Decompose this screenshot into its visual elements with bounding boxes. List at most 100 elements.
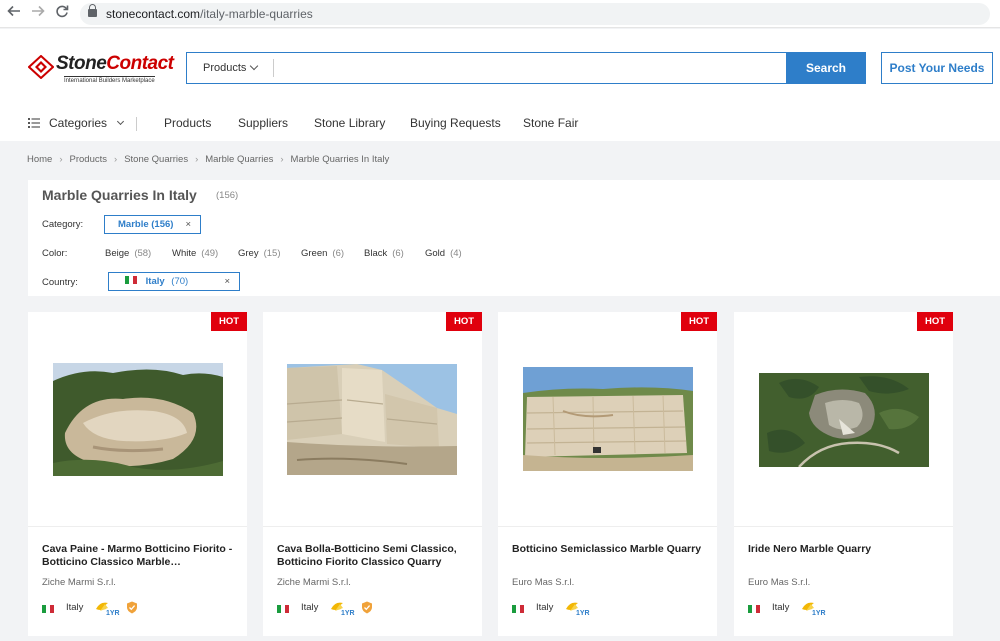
chevron-down-icon	[249, 61, 259, 71]
gold-member-badge-icon: 1YR	[96, 602, 120, 617]
logo-tagline: International Builders Marketplace	[64, 76, 155, 84]
product-card[interactable]: HOT Cava Paine - Marmo Botticino Fiorito…	[28, 312, 247, 636]
breadcrumb-separator: ›	[280, 154, 284, 165]
card-divider	[28, 526, 247, 527]
country-chip-count: (70)	[171, 276, 189, 287]
supplier-name[interactable]: Euro Mas S.r.l.	[748, 577, 810, 588]
color-option-grey[interactable]: Grey (15)	[238, 248, 281, 259]
product-card[interactable]: HOT Botticino Semiclassico Marble Quarry…	[498, 312, 717, 636]
breadcrumb-separator: ›	[114, 154, 118, 165]
years-badge-text: 1YR	[341, 610, 355, 617]
chevron-down-icon	[117, 117, 125, 126]
quarry-photo[interactable]	[287, 364, 457, 475]
italy-flag-icon	[42, 605, 54, 613]
quarry-photo[interactable]	[53, 363, 223, 476]
category-chip-marble[interactable]: Marble (156) ×	[104, 215, 201, 234]
categories-label: Categories	[49, 116, 108, 130]
nav-link-stone-fair[interactable]: Stone Fair	[523, 116, 578, 130]
color-filter-label: Color:	[42, 248, 68, 259]
category-chip-label: Marble (156)	[118, 219, 174, 230]
quarry-photo[interactable]	[759, 373, 929, 467]
country-name: Italy	[536, 602, 554, 613]
stonecontact-logo[interactable]: StoneContact International Builders Mark…	[28, 51, 176, 87]
quarry-photo[interactable]	[523, 367, 693, 471]
country-name: Italy	[772, 602, 790, 613]
color-option-white[interactable]: White (49)	[172, 248, 218, 259]
hot-badge: HOT	[681, 312, 717, 331]
logo-wordmark: StoneContact	[56, 53, 174, 74]
gold-member-badge-icon: 1YR	[331, 602, 355, 617]
breadcrumb-home[interactable]: Home	[27, 154, 52, 165]
card-divider	[498, 526, 717, 527]
breadcrumb-stone-quarries[interactable]: Stone Quarries	[124, 154, 188, 165]
remove-filter-icon[interactable]: ×	[224, 273, 230, 290]
product-name[interactable]: Botticino Semiclassico Marble Quarry	[512, 543, 708, 556]
italy-flag-icon	[277, 605, 289, 613]
product-name[interactable]: Iride Nero Marble Quarry	[748, 543, 944, 556]
search-input[interactable]	[273, 59, 783, 77]
filter-panel: Marble Quarries In Italy (156) Category:…	[28, 180, 1000, 296]
years-badge-text: 1YR	[106, 610, 120, 617]
address-bar[interactable]: stonecontact.com/italy-marble-quarries	[80, 3, 990, 25]
supplier-name[interactable]: Euro Mas S.r.l.	[512, 577, 574, 588]
supplier-name[interactable]: Ziche Marmi S.r.l.	[277, 577, 351, 588]
remove-filter-icon[interactable]: ×	[185, 216, 191, 233]
italy-flag-icon	[125, 276, 137, 285]
logo-mark-icon	[28, 55, 54, 79]
search-button[interactable]: Search	[786, 52, 866, 84]
breadcrumb-current: Marble Quarries In Italy	[290, 154, 390, 165]
country-name: Italy	[66, 602, 84, 613]
color-option-beige[interactable]: Beige (58)	[105, 248, 151, 259]
product-name[interactable]: Cava Paine - Marmo Botticino Fiorito - B…	[42, 543, 238, 568]
card-divider	[734, 526, 953, 527]
color-option-gold[interactable]: Gold (4)	[425, 248, 462, 259]
site-header: StoneContact International Builders Mark…	[0, 29, 1000, 141]
forward-arrow-icon[interactable]	[28, 4, 48, 24]
gold-member-badge-icon: 1YR	[802, 602, 826, 617]
italy-flag-icon	[512, 605, 524, 613]
supplier-name[interactable]: Ziche Marmi S.r.l.	[42, 577, 116, 588]
page-title: Marble Quarries In Italy	[42, 187, 197, 203]
nav-link-products[interactable]: Products	[164, 116, 211, 130]
categories-menu[interactable]: Categories	[28, 116, 125, 130]
breadcrumb-separator: ›	[59, 154, 63, 165]
lock-icon	[88, 4, 97, 17]
search-bar: Products Search	[186, 52, 866, 84]
country-name: Italy	[301, 602, 319, 613]
product-name[interactable]: Cava Bolla-Botticino Semi Classico, Bott…	[277, 543, 473, 568]
verified-shield-icon	[127, 601, 137, 614]
nav-divider	[136, 117, 137, 131]
country-chip-italy[interactable]: Italy (70) ×	[108, 272, 240, 291]
reload-icon[interactable]	[52, 4, 72, 24]
years-badge-text: 1YR	[576, 610, 590, 617]
breadcrumb: Home › Products › Stone Quarries › Marble Quar…	[27, 154, 389, 165]
verified-shield-icon	[362, 601, 372, 614]
color-option-black[interactable]: Black (6)	[364, 248, 404, 259]
nav-link-buying-requests[interactable]: Buying Requests	[410, 116, 501, 130]
product-card[interactable]: HOT Cava Bolla-Botticino Semi Classico, …	[263, 312, 482, 636]
product-card[interactable]: HOT Iride Nero Marble Quarry Euro Mas S.…	[734, 312, 953, 636]
search-category-dropdown[interactable]: Products	[187, 53, 273, 83]
breadcrumb-products[interactable]: Products	[70, 154, 108, 165]
browser-toolbar: stonecontact.com/italy-marble-quarries	[0, 0, 1000, 28]
years-badge-text: 1YR	[812, 610, 826, 617]
card-divider	[263, 526, 482, 527]
post-your-needs-button[interactable]: Post Your Needs	[881, 52, 993, 84]
nav-link-suppliers[interactable]: Suppliers	[238, 116, 288, 130]
search-category-label: Products	[203, 62, 247, 74]
url-path: /italy-marble-quarries	[200, 7, 313, 21]
main-navigation: Categories Products Suppliers Stone Libr…	[0, 111, 1000, 139]
result-count: (156)	[216, 190, 239, 201]
menu-list-icon	[28, 118, 40, 128]
color-option-green[interactable]: Green (6)	[301, 248, 344, 259]
breadcrumb-separator: ›	[195, 154, 199, 165]
url-domain: stonecontact.com	[106, 7, 201, 21]
nav-link-stone-library[interactable]: Stone Library	[314, 116, 385, 130]
country-chip-name: Italy	[145, 276, 165, 287]
hot-badge: HOT	[446, 312, 482, 331]
back-arrow-icon[interactable]	[4, 4, 24, 24]
italy-flag-icon	[748, 605, 760, 613]
hot-badge: HOT	[917, 312, 953, 331]
breadcrumb-marble-quarries[interactable]: Marble Quarries	[205, 154, 273, 165]
country-filter-label: Country:	[42, 277, 78, 288]
